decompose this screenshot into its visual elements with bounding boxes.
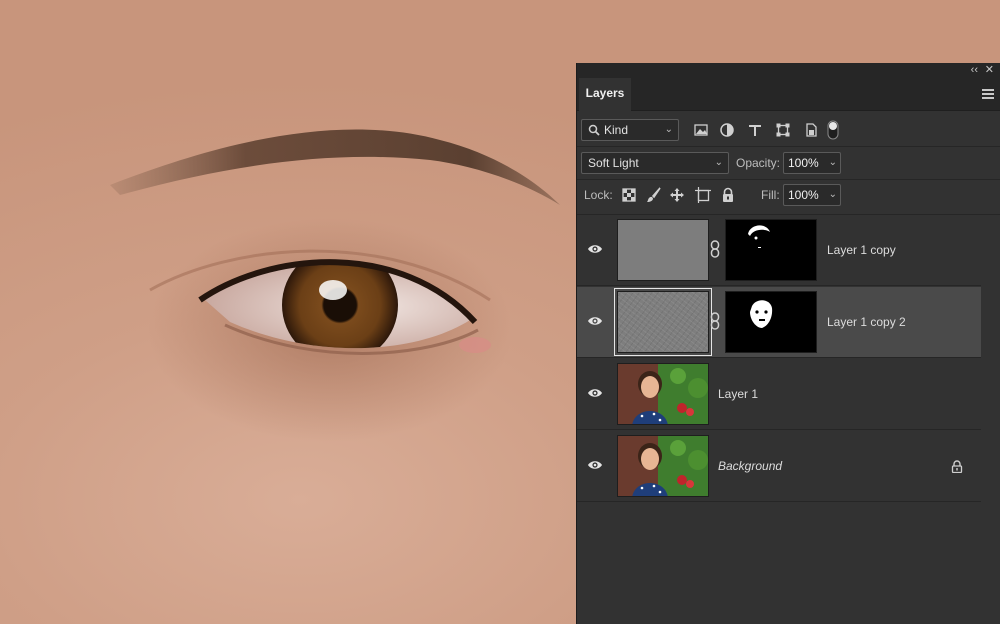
fill-value: 100%	[788, 188, 819, 202]
layer-row-layer-1[interactable]: Layer 1	[577, 359, 981, 430]
tab-layers[interactable]: Layers	[579, 78, 631, 111]
fill-field[interactable]: 100% ⌄	[783, 184, 841, 206]
layer-lock-icon[interactable]	[951, 460, 963, 473]
panel-title-bar: ‹‹ ✕	[577, 63, 1000, 78]
girl-photo-thumbnail	[618, 364, 708, 424]
opacity-label: Opacity:	[736, 156, 781, 170]
layer-thumbnail[interactable]	[617, 363, 709, 425]
layers-empty-area[interactable]	[577, 502, 981, 624]
layers-scrollbar[interactable]	[981, 215, 1000, 624]
mask-shape	[750, 300, 773, 328]
chevron-down-icon: ⌄	[714, 157, 723, 168]
lock-label: Lock:	[584, 188, 613, 202]
close-panel-button[interactable]: ✕	[985, 64, 994, 76]
layer-row-layer-1-copy-2[interactable]: Layer 1 copy 2	[577, 287, 981, 358]
lock-transparent-pixels-icon[interactable]	[621, 187, 637, 203]
chevron-down-icon[interactable]: ⌄	[829, 153, 837, 173]
lock-all-icon[interactable]	[720, 187, 736, 203]
filter-kind-label: Kind	[604, 123, 629, 137]
mask-shape	[748, 225, 770, 248]
blend-row: Soft Light ⌄ Opacity: 100% ⌄	[577, 152, 1000, 174]
layer-thumbnail[interactable]	[617, 219, 709, 281]
layer-row-background[interactable]: Background	[577, 431, 981, 502]
lock-artboard-icon[interactable]	[695, 187, 711, 203]
mask-link-icon[interactable]	[710, 240, 720, 258]
blend-mode-dropdown[interactable]: Soft Light ⌄	[581, 152, 729, 174]
shape-filter-icon[interactable]	[775, 122, 791, 138]
visibility-eye-icon[interactable]	[587, 243, 603, 255]
lock-row: Lock: Fill: 100% ⌄	[577, 184, 1000, 206]
visibility-eye-icon[interactable]	[587, 459, 603, 471]
mask-link-icon[interactable]	[710, 312, 720, 330]
lock-position-icon[interactable]	[669, 187, 685, 203]
filter-kind-dropdown[interactable]: Kind ⌄	[581, 119, 679, 141]
search-icon	[588, 124, 600, 136]
visibility-eye-icon[interactable]	[587, 387, 603, 399]
layers-panel: ‹‹ ✕ Layers Kind ⌄ Soft Light ⌄ Opacity:…	[576, 63, 1000, 624]
layer-name[interactable]: Layer 1 copy	[827, 215, 896, 286]
visibility-eye-icon[interactable]	[587, 315, 603, 327]
lock-image-pixels-icon[interactable]	[646, 187, 662, 203]
panel-tabbar: Layers	[577, 78, 1000, 111]
layer-name[interactable]: Background	[718, 431, 782, 502]
opacity-field[interactable]: 100% ⌄	[783, 152, 841, 174]
image-filter-icon[interactable]	[693, 122, 709, 138]
chevron-down-icon[interactable]: ⌄	[829, 185, 837, 205]
layer-thumbnail[interactable]	[614, 288, 712, 356]
layer-filter-row: Kind ⌄	[577, 119, 1000, 141]
collapse-panel-button[interactable]: ‹‹	[971, 64, 978, 76]
type-filter-icon[interactable]	[747, 122, 763, 138]
filter-toggle-icon[interactable]	[827, 120, 839, 140]
layer-thumbnail[interactable]	[617, 435, 709, 497]
layer-name[interactable]: Layer 1 copy 2	[827, 287, 906, 358]
panel-menu-icon[interactable]	[982, 89, 994, 99]
layer-row-layer-1-copy[interactable]: Layer 1 copy	[577, 215, 981, 286]
fill-label: Fill:	[761, 188, 780, 202]
layer-mask-thumbnail[interactable]	[725, 291, 817, 353]
adjustment-filter-icon[interactable]	[719, 122, 735, 138]
smart-object-filter-icon[interactable]	[803, 122, 819, 138]
layer-name[interactable]: Layer 1	[718, 359, 758, 430]
blend-mode-value: Soft Light	[588, 156, 639, 170]
layer-mask-thumbnail[interactable]	[725, 219, 817, 281]
girl-photo-thumbnail	[618, 436, 708, 496]
opacity-value: 100%	[788, 156, 819, 170]
chevron-down-icon: ⌄	[664, 124, 673, 135]
